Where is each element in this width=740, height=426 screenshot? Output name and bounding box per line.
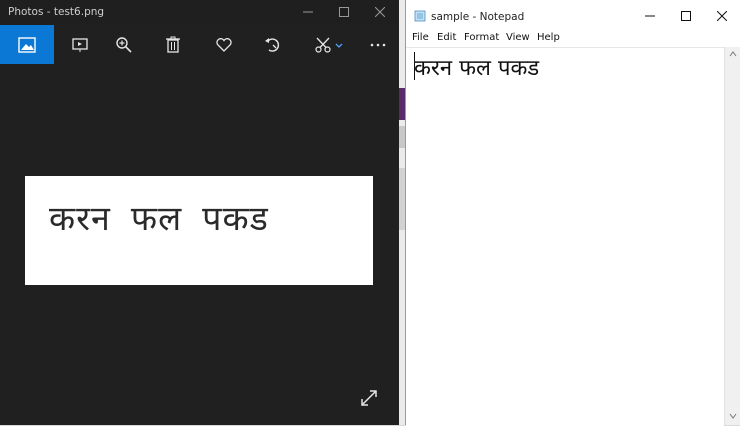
scroll-up-icon[interactable] bbox=[729, 51, 737, 57]
notepad-maximize-button[interactable] bbox=[668, 0, 704, 30]
photos-toolbar bbox=[0, 25, 399, 64]
view-all-photos-button[interactable] bbox=[0, 25, 54, 64]
favorite-icon bbox=[216, 37, 232, 52]
notepad-close-button[interactable] bbox=[704, 0, 740, 30]
favorite-button[interactable] bbox=[204, 25, 244, 64]
minimize-icon bbox=[645, 15, 655, 17]
full-screen-button[interactable] bbox=[358, 387, 380, 409]
delete-icon bbox=[166, 36, 180, 53]
more-icon bbox=[370, 43, 386, 46]
notepad-title: sample - Notepad bbox=[431, 11, 525, 23]
photos-close-button[interactable] bbox=[362, 0, 398, 25]
rotate-button[interactable] bbox=[253, 25, 293, 64]
zoom-icon bbox=[116, 36, 132, 53]
handwritten-word: पकड bbox=[202, 199, 269, 239]
photos-window: Photos - test6.png करन फल पकड bbox=[0, 0, 399, 425]
close-icon bbox=[717, 11, 727, 21]
maximize-icon bbox=[339, 7, 349, 17]
slideshow-button[interactable] bbox=[60, 25, 100, 64]
notepad-vertical-scrollbar[interactable] bbox=[724, 47, 740, 425]
slideshow-icon bbox=[72, 37, 88, 52]
notepad-app-icon bbox=[414, 10, 426, 22]
notepad-minimize-button[interactable] bbox=[632, 0, 668, 30]
handwritten-word: फल bbox=[130, 199, 183, 239]
zoom-button[interactable] bbox=[104, 25, 144, 64]
notepad-text-area[interactable]: करन फल पकड bbox=[406, 47, 724, 426]
notepad-menu-bar: File Edit Format View Help bbox=[406, 30, 740, 47]
menu-view[interactable]: View bbox=[506, 32, 530, 43]
scroll-down-icon[interactable] bbox=[729, 413, 737, 419]
text-caret bbox=[414, 52, 415, 80]
rotate-icon bbox=[265, 37, 280, 52]
photos-title: Photos - test6.png bbox=[8, 6, 105, 18]
notepad-title-bar: sample - Notepad bbox=[406, 0, 740, 30]
handwritten-text: करन फल पकड bbox=[49, 194, 289, 240]
notepad-content: करन फल पकड bbox=[414, 56, 540, 81]
photos-title-bar: Photos - test6.png bbox=[0, 0, 399, 25]
maximize-icon bbox=[681, 11, 691, 21]
edit-create-icon bbox=[315, 37, 343, 53]
menu-edit[interactable]: Edit bbox=[437, 32, 456, 43]
photos-maximize-button[interactable] bbox=[326, 0, 362, 25]
view-all-photos-icon bbox=[18, 36, 36, 53]
minimize-icon bbox=[303, 11, 313, 13]
photos-minimize-button[interactable] bbox=[290, 0, 326, 25]
menu-help[interactable]: Help bbox=[537, 32, 560, 43]
more-button[interactable] bbox=[358, 25, 398, 64]
menu-file[interactable]: File bbox=[412, 32, 429, 43]
expand-icon bbox=[361, 390, 377, 406]
handwritten-word: करन bbox=[49, 199, 111, 239]
edit-create-button[interactable] bbox=[306, 25, 352, 64]
close-icon bbox=[375, 7, 385, 17]
menu-format[interactable]: Format bbox=[464, 32, 499, 43]
displayed-image: करन फल पकड bbox=[25, 176, 373, 285]
notepad-window: sample - Notepad File Edit Format View H… bbox=[405, 0, 740, 426]
delete-button[interactable] bbox=[153, 25, 193, 64]
